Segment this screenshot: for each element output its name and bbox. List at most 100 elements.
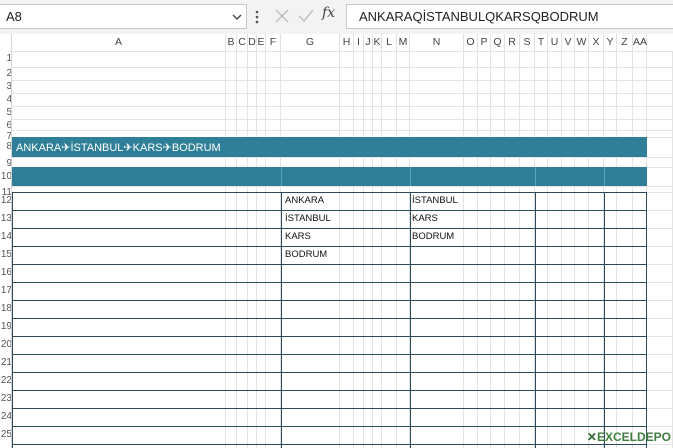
table-border <box>12 210 647 211</box>
grid-line <box>225 51 226 448</box>
grid-line <box>588 51 589 448</box>
column-header-z[interactable]: Z <box>617 34 633 51</box>
table-border <box>12 318 647 319</box>
grid-line <box>12 93 673 94</box>
column-header-r[interactable]: R <box>505 34 520 51</box>
row-header-8[interactable]: 8 <box>0 140 11 154</box>
column-header-q[interactable]: Q <box>491 34 505 51</box>
table-border <box>12 246 647 247</box>
column-header-a[interactable]: A <box>12 34 226 51</box>
select-all-button[interactable] <box>0 34 12 51</box>
row-header-23[interactable]: 23 <box>0 392 11 406</box>
row-header-19[interactable]: 19 <box>0 320 11 334</box>
row-header-3[interactable]: 3 <box>0 80 11 94</box>
grid-line <box>396 51 397 448</box>
column-header-x[interactable]: X <box>589 34 604 51</box>
row-header-16[interactable]: 16 <box>0 266 11 280</box>
row-header-21[interactable]: 21 <box>0 356 11 370</box>
formula-content: ANKARAQİSTANBULQKARSQBODRUM <box>359 9 599 24</box>
cell-f13[interactable]: İSTANBUL <box>285 213 331 224</box>
column-header-k[interactable]: K <box>373 34 382 51</box>
title-cell-text: ANKARA✈İSTANBUL✈KARS✈BODRUM <box>16 142 221 154</box>
cell-l13[interactable]: KARS <box>412 213 438 224</box>
column-header-t[interactable]: T <box>535 34 548 51</box>
table-border <box>410 192 411 448</box>
header-band[interactable] <box>12 167 647 186</box>
formula-input[interactable]: ANKARAQİSTANBULQKARSQBODRUM <box>346 4 673 29</box>
cell-f12[interactable]: ANKARA <box>285 195 324 206</box>
column-header-w[interactable]: W <box>575 34 589 51</box>
table-border <box>281 192 282 448</box>
table-border <box>646 192 647 448</box>
row-header-17[interactable]: 17 <box>0 284 11 298</box>
row-header-2[interactable]: 2 <box>0 67 11 81</box>
row-header-18[interactable]: 18 <box>0 302 11 316</box>
logo-text: EXCELDEPO <box>596 430 671 444</box>
chevron-down-icon[interactable] <box>230 9 244 25</box>
grid-line <box>574 51 575 448</box>
column-header-c[interactable]: C <box>237 34 248 51</box>
table-border <box>12 300 647 301</box>
row-header-24[interactable]: 24 <box>0 410 11 424</box>
table-border <box>12 390 647 391</box>
row-header-14[interactable]: 14 <box>0 230 11 244</box>
column-header-y[interactable]: Y <box>604 34 617 51</box>
column-header-i[interactable]: I <box>354 34 364 51</box>
grid-line <box>12 157 673 158</box>
row-header-5[interactable]: 5 <box>0 106 11 120</box>
name-box-value: A8 <box>6 9 22 24</box>
column-header-aa[interactable]: AA <box>633 34 647 51</box>
column-header-u[interactable]: U <box>548 34 562 51</box>
row-header-15[interactable]: 15 <box>0 248 11 262</box>
row-header-12[interactable]: 12 <box>0 194 11 208</box>
table-border <box>12 408 647 409</box>
column-header-m[interactable]: M <box>397 34 410 51</box>
grid-line <box>477 51 478 448</box>
column-header-s[interactable]: S <box>520 34 535 51</box>
grid-line <box>519 51 520 448</box>
grid-line <box>616 51 617 448</box>
cell-l12[interactable]: İSTANBUL <box>412 195 458 206</box>
column-header-d[interactable]: D <box>248 34 257 51</box>
table-border <box>12 228 647 229</box>
column-header-b[interactable]: B <box>226 34 237 51</box>
table-border <box>12 264 647 265</box>
formula-toolbar: A8 fx ANKARAQİSTANBULQKARSQBODRUM <box>0 0 673 35</box>
checkmark-icon[interactable] <box>297 7 315 25</box>
column-header-n[interactable]: N <box>410 34 464 51</box>
column-header-j[interactable]: J <box>364 34 373 51</box>
grid-line <box>265 51 266 448</box>
column-header-e[interactable]: E <box>257 34 266 51</box>
row-header-10[interactable]: 10 <box>0 170 11 184</box>
logo-x-icon: ✕ <box>586 430 597 444</box>
row-header-13[interactable]: 13 <box>0 212 11 226</box>
more-options-icon[interactable] <box>253 8 261 26</box>
row-header-20[interactable]: 20 <box>0 338 11 352</box>
table-border <box>604 192 605 448</box>
column-header-l[interactable]: L <box>382 34 397 51</box>
grid-line <box>256 51 257 448</box>
column-header-p[interactable]: P <box>478 34 491 51</box>
grid-line <box>12 106 673 107</box>
table-border <box>12 336 647 337</box>
cell-l14[interactable]: BODRUM <box>412 231 454 242</box>
column-header-v[interactable]: V <box>562 34 575 51</box>
grid-line <box>490 51 491 448</box>
grid-line <box>12 80 673 81</box>
column-header-h[interactable]: H <box>340 34 354 51</box>
band-divider <box>535 167 536 186</box>
table-border <box>12 426 647 427</box>
column-header-f[interactable]: F <box>266 34 281 51</box>
row-header-4[interactable]: 4 <box>0 93 11 107</box>
grid-line <box>12 186 673 187</box>
name-box[interactable]: A8 <box>0 4 247 29</box>
row-header-1[interactable]: 1 <box>0 52 11 66</box>
cancel-icon[interactable] <box>273 7 291 25</box>
row-header-22[interactable]: 22 <box>0 374 11 388</box>
row-header-25[interactable]: 25 <box>0 428 11 442</box>
column-header-o[interactable]: O <box>464 34 478 51</box>
insert-function-icon[interactable]: fx <box>322 5 335 21</box>
column-header-g[interactable]: G <box>281 34 340 51</box>
cell-f15[interactable]: BODRUM <box>285 249 327 260</box>
cell-f14[interactable]: KARS <box>285 231 311 242</box>
